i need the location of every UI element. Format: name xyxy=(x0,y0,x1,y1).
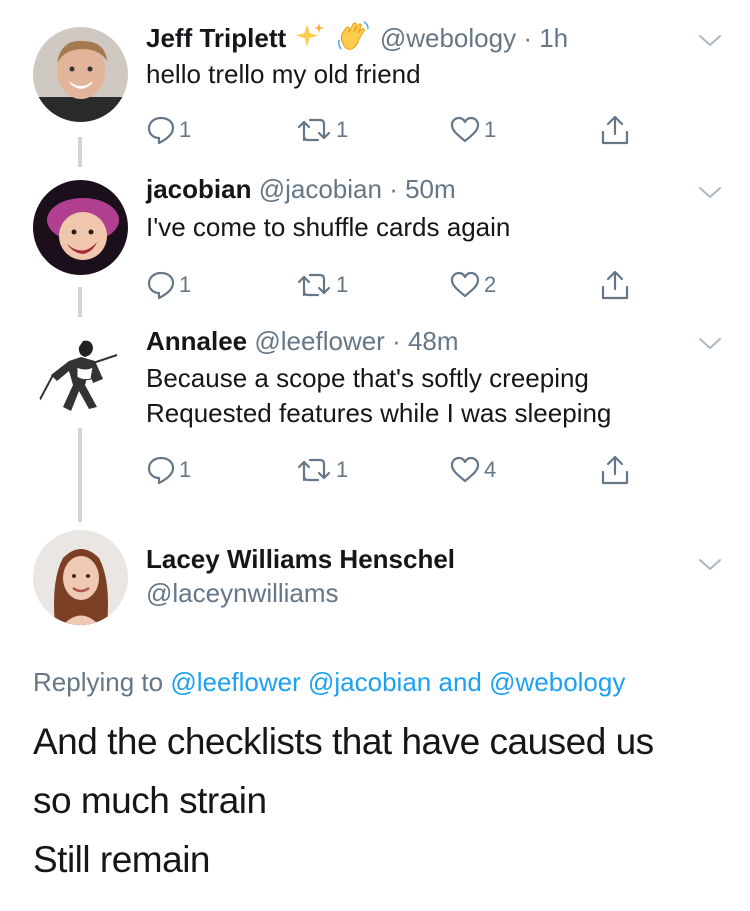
main-tweet: Lacey Williams Henschel @laceynwilliams xyxy=(0,530,750,630)
timestamp[interactable]: 48m xyxy=(408,326,459,356)
display-name[interactable]: Jeff Triplett xyxy=(146,23,286,53)
reply-count: 1 xyxy=(179,272,192,297)
separator-dot: · xyxy=(516,22,540,53)
separator-dot: · xyxy=(384,326,408,356)
retweet-icon xyxy=(297,458,331,482)
share-icon xyxy=(601,115,629,145)
heart-icon xyxy=(450,116,480,143)
mention-link[interactable]: @webology xyxy=(489,667,625,697)
display-name[interactable]: Lacey Williams Henschel xyxy=(146,542,455,576)
heart-icon xyxy=(450,271,480,298)
reply-icon xyxy=(147,116,175,145)
tweet-header: Annalee @leeflower · 48m xyxy=(146,324,459,358)
separator-dot: · xyxy=(381,174,406,204)
avatar-image xyxy=(33,530,128,625)
avatar[interactable] xyxy=(33,530,128,625)
waving-hand-icon xyxy=(337,20,371,60)
reply-button[interactable]: 1 xyxy=(147,268,191,302)
replying-to: Replying to @leeflower @jacobian and @we… xyxy=(33,665,625,699)
tweet-header: jacobian @jacobian · 50m xyxy=(146,172,456,206)
retweet-button[interactable]: 1 xyxy=(296,113,348,147)
replying-and[interactable]: and xyxy=(438,667,481,697)
avatar[interactable] xyxy=(33,27,128,122)
retweet-count: 1 xyxy=(336,117,349,142)
mention-link[interactable]: @jacobian xyxy=(308,667,431,697)
chevron-down-icon[interactable] xyxy=(697,184,723,202)
avatar-image xyxy=(33,327,128,422)
tweet[interactable]: Annalee @leeflower · 48m Because a scope… xyxy=(0,324,750,494)
reply-button[interactable]: 1 xyxy=(147,113,191,147)
reply-icon xyxy=(147,271,175,300)
main-tweet-text: And the checklists that have caused us s… xyxy=(33,712,654,889)
tweet-header: Lacey Williams Henschel @laceynwilliams xyxy=(146,542,455,610)
user-handle[interactable]: @webology xyxy=(380,23,516,53)
avatar[interactable] xyxy=(33,180,128,275)
tweet-text: Because a scope that's softly creeping R… xyxy=(146,361,611,431)
avatar-image xyxy=(33,27,128,122)
reply-count: 1 xyxy=(179,117,192,142)
like-count: 2 xyxy=(484,272,497,297)
timestamp[interactable]: 50m xyxy=(405,174,456,204)
display-name[interactable]: Annalee xyxy=(146,326,247,356)
tweet-text: hello trello my old friend xyxy=(146,57,421,92)
tweet-text-line: so much strain xyxy=(33,780,267,821)
reply-count: 1 xyxy=(179,457,192,482)
tweet[interactable]: jacobian @jacobian · 50m I've come to sh… xyxy=(0,172,750,302)
tweet[interactable]: Jeff Triplett @webology · 1h hello trell… xyxy=(0,20,750,150)
reply-button[interactable]: 1 xyxy=(147,453,191,487)
share-button[interactable] xyxy=(600,113,630,147)
avatar-image xyxy=(33,180,128,275)
share-icon xyxy=(601,455,629,485)
retweet-icon xyxy=(297,118,331,142)
user-handle[interactable]: @jacobian xyxy=(259,174,382,204)
retweet-icon xyxy=(297,273,331,297)
tweet-text-line: hello trello my old friend xyxy=(146,59,421,89)
mention-link[interactable]: @leeflower xyxy=(170,667,300,697)
sparkles-icon xyxy=(295,21,325,59)
share-button[interactable] xyxy=(600,268,630,302)
retweet-button[interactable]: 1 xyxy=(296,453,348,487)
share-button[interactable] xyxy=(600,453,630,487)
tweet-text-line: Still remain xyxy=(33,839,210,880)
timestamp[interactable]: 1h xyxy=(539,23,568,53)
retweet-count: 1 xyxy=(336,457,349,482)
replying-prefix: Replying to xyxy=(33,667,164,697)
like-count: 4 xyxy=(484,457,497,482)
avatar[interactable] xyxy=(33,327,128,422)
chevron-down-icon[interactable] xyxy=(697,32,723,50)
tweet-header: Jeff Triplett @webology · 1h xyxy=(146,20,568,60)
like-button[interactable]: 1 xyxy=(450,113,496,147)
retweet-count: 1 xyxy=(336,272,349,297)
like-button[interactable]: 2 xyxy=(450,268,496,302)
tweet-text-line: Requested features while I was sleeping xyxy=(146,398,612,428)
user-handle[interactable]: @laceynwilliams xyxy=(146,576,455,610)
chevron-down-icon[interactable] xyxy=(697,335,723,353)
tweet-text: I've come to shuffle cards again xyxy=(146,210,510,245)
like-count: 1 xyxy=(484,117,497,142)
tweet-text-line: I've come to shuffle cards again xyxy=(146,212,511,242)
reply-icon xyxy=(147,456,175,485)
display-name[interactable]: jacobian xyxy=(146,174,251,204)
like-button[interactable]: 4 xyxy=(450,453,496,487)
user-handle[interactable]: @leeflower xyxy=(254,326,384,356)
tweet-text-line: Because a scope that's softly creeping xyxy=(146,363,589,393)
retweet-button[interactable]: 1 xyxy=(296,268,348,302)
chevron-down-icon[interactable] xyxy=(697,556,723,574)
heart-icon xyxy=(450,456,480,483)
share-icon xyxy=(601,270,629,300)
tweet-text-line: And the checklists that have caused us xyxy=(33,721,654,762)
